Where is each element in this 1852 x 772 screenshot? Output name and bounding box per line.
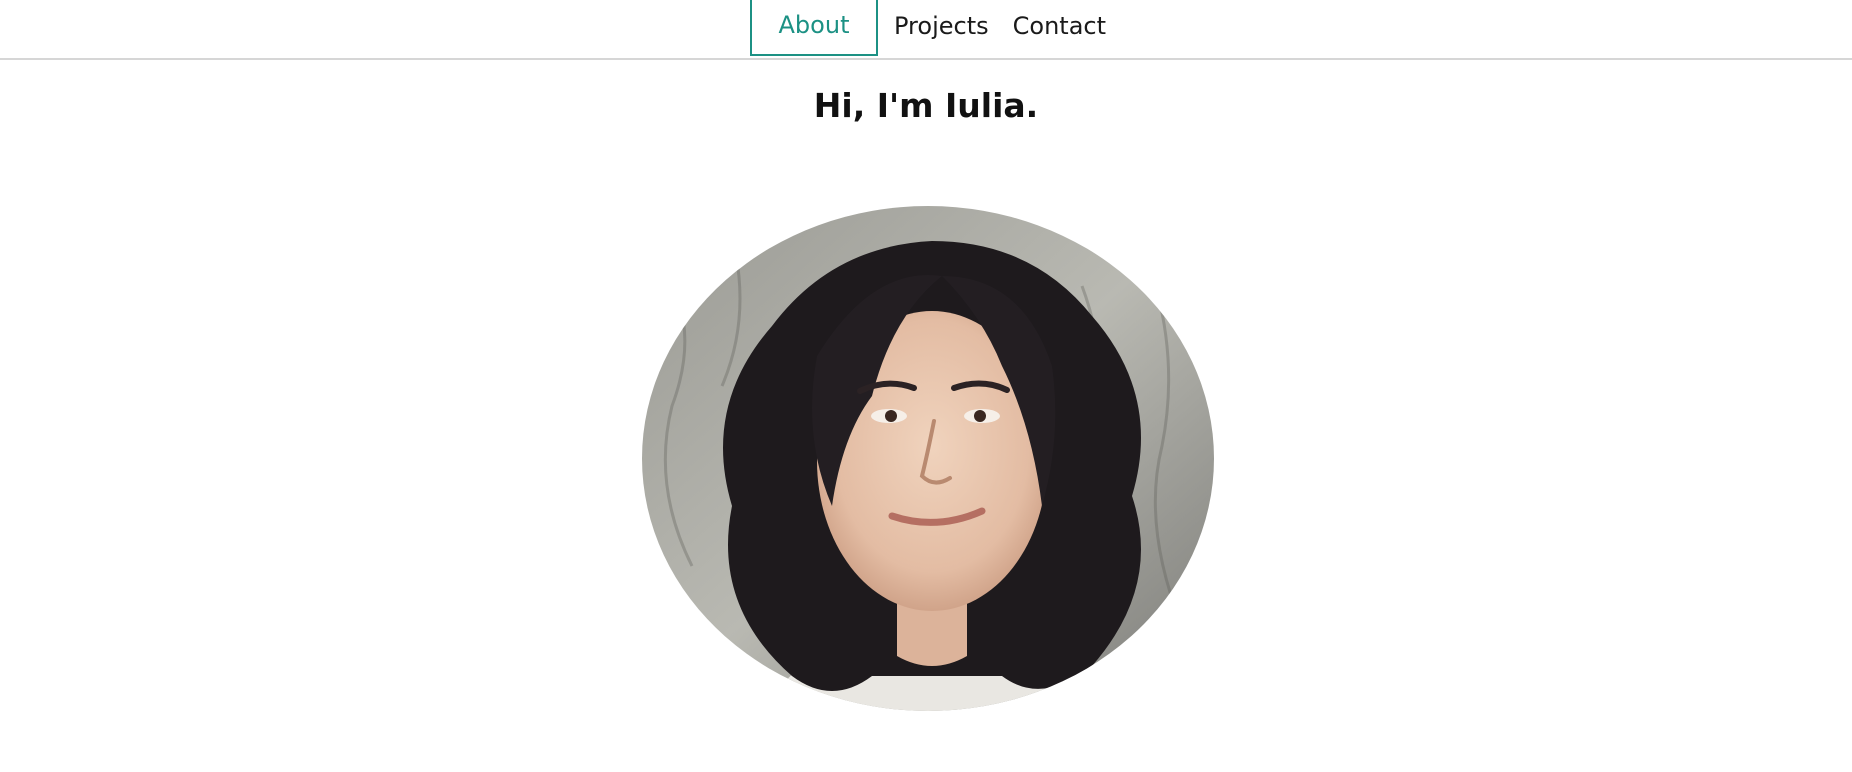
nav-link-projects[interactable]: Projects — [894, 0, 989, 56]
page-title: Hi, I'm Iulia. — [813, 86, 1039, 125]
nav-link-about[interactable]: About — [750, 0, 878, 56]
portrait-illustration — [642, 206, 1214, 711]
top-navigation: About Projects Contact — [0, 0, 1852, 60]
nav-link-contact[interactable]: Contact — [1013, 0, 1106, 56]
page: About Projects Contact Hi, I'm Iulia. — [0, 0, 1852, 772]
nav-menu: About Projects Contact — [750, 0, 1106, 56]
profile-photo — [642, 206, 1214, 711]
